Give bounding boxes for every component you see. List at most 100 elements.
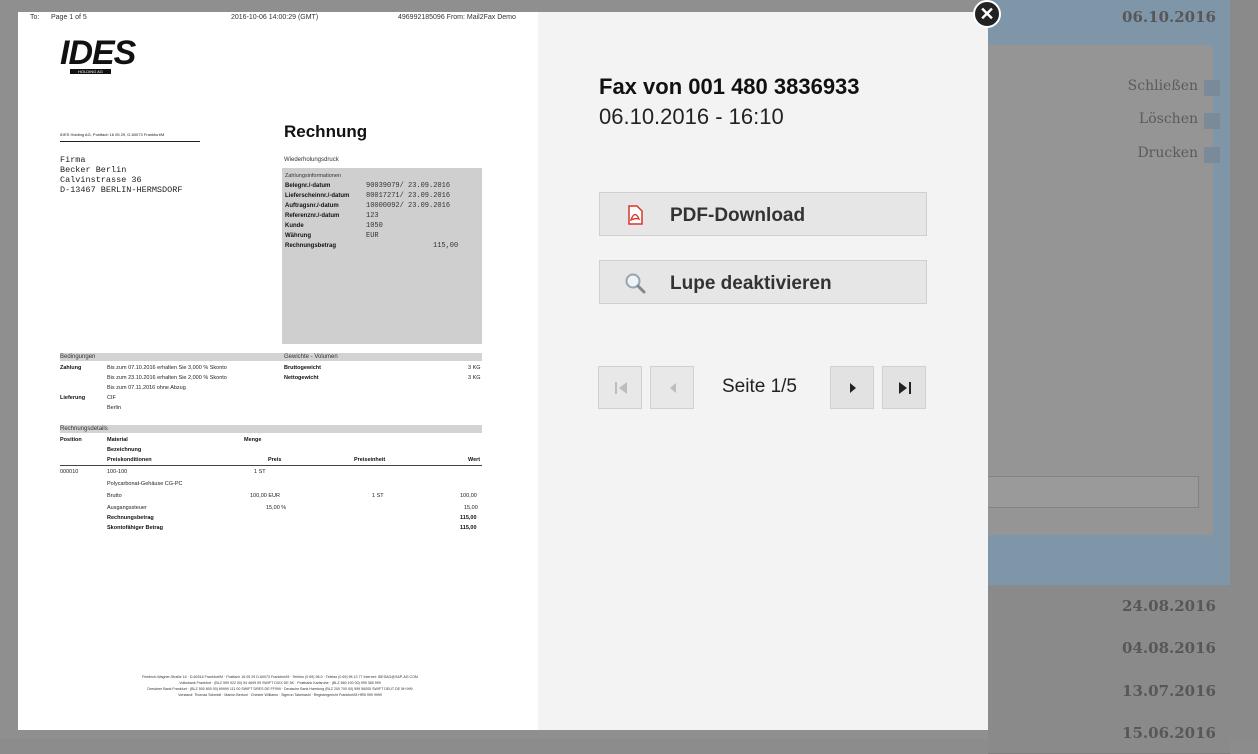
page-indicator: Seite 1/5: [722, 376, 797, 397]
last-page-icon: [899, 382, 911, 394]
last-page-button[interactable]: [882, 366, 926, 409]
magnifier-icon: [624, 272, 646, 294]
info-value: 1050: [366, 222, 383, 230]
background-link-print: Drucken: [1137, 145, 1198, 161]
background-close-icon: [1204, 80, 1220, 96]
footer-line: Friedrich-Wagner-Straße 16 · D-60316 Fra…: [142, 675, 418, 679]
info-label: Referenznr./-datum: [285, 213, 340, 219]
col-preiskonditionen: Preiskonditionen: [107, 457, 152, 463]
item-quantity: 1 ST: [254, 469, 266, 475]
fax-header-from: 496992185096 From: Mail2Fax Demo: [398, 14, 516, 21]
footer-line: Dresdner Bank Frankfurt · (BLZ 500 800 0…: [147, 687, 413, 691]
info-value: 10000092/ 23.09.2016: [366, 202, 451, 210]
gross-weight-label: Bruttogewicht: [284, 365, 321, 371]
tax-label: Ausgangssteuer: [107, 505, 147, 511]
fax-title: Fax von 001 480 3836933: [599, 74, 860, 99]
pdf-download-button[interactable]: PDF-Download: [599, 192, 927, 236]
col-material: Material: [107, 437, 128, 443]
col-wert: Wert: [468, 457, 481, 463]
background-link-delete: Löschen: [1138, 111, 1198, 127]
previous-page-button[interactable]: [650, 366, 694, 409]
total-value: 115,00: [460, 515, 477, 521]
company-logo-sub: HOLDING AG: [70, 69, 111, 74]
sender-line: IDES Holding AG, Postfach 16 05 29, D-60…: [60, 132, 200, 142]
delivery-line: CIF: [107, 395, 116, 401]
weights-heading: Gewichte - Volumen: [284, 354, 338, 360]
payment-line: Bis zum 23.10.2016 erhalten Sie 2,000 % …: [107, 375, 227, 381]
background-scrollbar: [1230, 0, 1258, 739]
first-page-button[interactable]: [598, 366, 642, 409]
info-label: Kunde: [285, 223, 304, 229]
background-top-date: 06.10.2016: [1122, 8, 1216, 26]
details-heading: Rechnungsdetails: [60, 426, 108, 432]
delivery-label: Lieferung: [60, 395, 86, 401]
fax-header-to: To:: [30, 14, 40, 21]
next-page-icon: [850, 383, 856, 393]
background-list-date: 24.08.2016: [1122, 597, 1216, 615]
tax-value: 15,00: [464, 505, 478, 511]
background-link-close: Schließen: [1127, 78, 1198, 94]
background-print-icon: [1204, 147, 1220, 163]
pdf-download-label: PDF-Download: [670, 205, 806, 226]
delivery-line: Berlin: [107, 405, 122, 411]
company-logo: IDES: [60, 34, 136, 72]
brutto-value: 100,00: [460, 493, 477, 499]
brutto-unit: 1 ST: [372, 493, 384, 499]
conditions-bar: [60, 353, 482, 361]
gross-weight-value: 3 KG: [468, 365, 481, 371]
col-menge: Menge: [244, 437, 262, 443]
footer-line: Volksbank Frankfurt · (BLZ 599 922 00) 5…: [179, 681, 381, 685]
background-list-date: 04.08.2016: [1122, 639, 1216, 657]
payment-line: Bis zum 07.11.2016 ohne Abzug: [107, 385, 186, 391]
payment-info-heading: Zahlungsinformationen: [285, 173, 341, 179]
item-position: 000010: [60, 469, 79, 475]
info-value: 123: [366, 212, 379, 220]
fax-viewer-modal: To: Page 1 of 5 2016-10-06 14:00:29 (GMT…: [18, 12, 988, 730]
first-page-icon: [615, 382, 627, 394]
payment-label: Zahlung: [60, 365, 82, 371]
fax-document-preview[interactable]: To: Page 1 of 5 2016-10-06 14:00:29 (GMT…: [18, 12, 538, 730]
document-title: Rechnung: [284, 122, 368, 141]
net-weight-label: Nettogewicht: [284, 375, 319, 381]
col-position: Position: [60, 437, 82, 443]
footer-line: Vorstand: Thomas Schmidt · Marion Berton…: [178, 693, 382, 697]
brutto-price: 100,00 EUR: [250, 493, 280, 499]
item-description: Polycarbonat-Gehäuse CG-PC: [107, 481, 183, 487]
info-value: 90039079/ 23.09.2016: [366, 182, 451, 190]
background-input: [988, 476, 1199, 508]
fax-details-panel: Fax von 001 480 3836933 06.10.2016 - 16:…: [538, 12, 988, 730]
details-bar: [60, 425, 482, 433]
background-delete-icon: [1204, 113, 1220, 129]
total-label: Rechnungsbetrag: [107, 515, 154, 521]
conditions-heading: Bedingungen: [60, 354, 96, 360]
item-material: 100-100: [107, 469, 128, 475]
zoom-toggle-label: Lupe deaktivieren: [670, 273, 832, 294]
info-value: 115,00: [433, 242, 459, 250]
info-label: Belegnr./-datum: [285, 183, 331, 189]
info-value: 80017271/ 23.09.2016: [366, 192, 451, 200]
payment-line: Bis zum 07.10.2016 erhalten Sie 3,000 % …: [107, 365, 227, 371]
info-label: Auftragsnr./-datum: [285, 203, 339, 209]
skonto-label: Skontofähiger Betrag: [107, 525, 163, 531]
previous-page-icon: [670, 383, 676, 393]
fax-header-datetime: 2016-10-06 14:00:29 (GMT): [231, 14, 319, 21]
brutto-label: Brutto: [107, 493, 122, 499]
zoom-toggle-button[interactable]: Lupe deaktivieren: [599, 260, 927, 304]
background-list-date: 15.06.2016: [1122, 724, 1216, 742]
recipient-address: Firma Becker Berlin Calvinstrasse 36 D-1…: [60, 155, 183, 195]
net-weight-value: 3 KG: [468, 375, 481, 381]
col-bezeichnung: Bezeichnung: [107, 447, 142, 453]
fax-header-page: Page 1 of 5: [51, 14, 87, 21]
pdf-icon: [624, 204, 646, 226]
table-divider: [60, 465, 482, 466]
next-page-button[interactable]: [830, 366, 874, 409]
skonto-value: 115,00: [460, 525, 477, 531]
col-preis: Preis: [268, 457, 282, 463]
info-label: Währung: [285, 233, 311, 239]
info-label: Lieferscheinnr./-datum: [285, 193, 350, 199]
tax-rate: 15,00 %: [266, 505, 287, 511]
repeat-print-label: Wiederholungsdruck: [284, 157, 339, 163]
col-preiseinheit: Preiseinheit: [354, 457, 386, 463]
info-label: Rechnungsbetrag: [285, 243, 337, 249]
close-modal-button[interactable]: ✕: [973, 0, 1001, 28]
